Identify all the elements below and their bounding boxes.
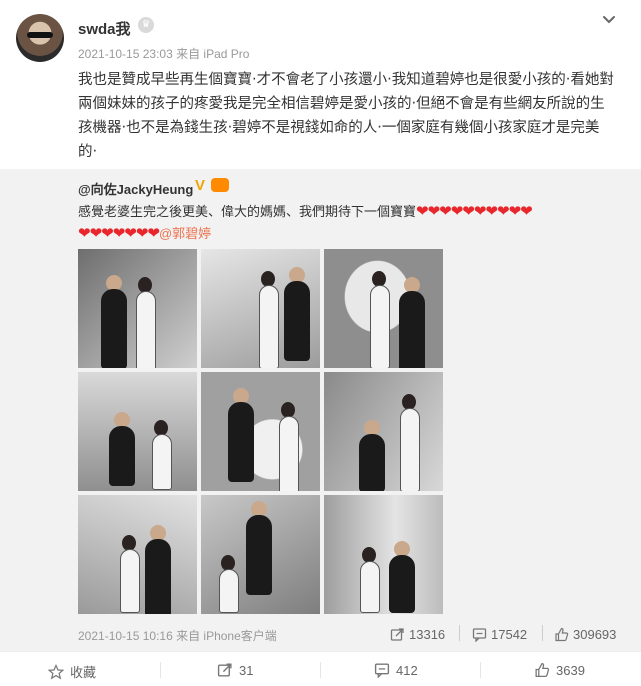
weibo-post-card: swda我 ♛ 2021-10-15 23:03 来自 iPad Pro 我也是…	[0, 0, 641, 686]
photo-3[interactable]	[324, 249, 443, 368]
repost-block[interactable]: @向佐JackyHeung V 感覺老婆生完之後更美、偉大的媽媽、我們期待下一個…	[0, 169, 641, 651]
photo-9[interactable]	[324, 495, 443, 614]
repost-button[interactable]: 31	[217, 662, 253, 678]
like-icon	[554, 627, 569, 642]
photo-2[interactable]	[201, 249, 320, 368]
repost-body: 感覺老婆生完之後更美、偉大的媽媽、我們期待下一個寶寶	[78, 204, 417, 219]
favorite-label: 收藏	[70, 665, 97, 680]
star-icon	[48, 663, 64, 680]
comment-count: 412	[396, 662, 418, 678]
photo-4[interactable]	[78, 372, 197, 491]
hearts-line-1: ❤❤❤❤❤❤❤❤❤❤	[416, 203, 533, 220]
post-text: 我也是贊成早些再生個寶寶‧才不會老了小孩還小‧我知道碧婷也是很愛小孩的‧看她對兩…	[78, 72, 614, 160]
hearts-line-2: ❤❤❤❤❤❤❤	[78, 225, 160, 242]
photo-7[interactable]	[78, 495, 197, 614]
comment-icon	[374, 662, 390, 678]
chevron-down-icon[interactable]	[600, 10, 618, 28]
forward-icon	[390, 627, 405, 642]
repost-forward-stat[interactable]: 13316	[390, 627, 445, 642]
comment-button[interactable]: 412	[374, 662, 418, 678]
photo-5[interactable]	[201, 372, 320, 491]
photo-6[interactable]	[324, 372, 443, 491]
repost-count: 31	[239, 662, 254, 678]
repost-like-stat[interactable]: 309693	[554, 627, 616, 642]
post-meta: 2021-10-15 23:03 来自 iPad Pro	[78, 47, 250, 61]
like-count: 309693	[573, 627, 617, 642]
photo-1[interactable]	[78, 249, 197, 368]
repost-comment-stat[interactable]: 17542	[472, 627, 527, 642]
comment-count: 17542	[491, 627, 528, 642]
repost-author[interactable]: @向佐JackyHeung	[78, 179, 193, 198]
photo-8[interactable]	[201, 495, 320, 614]
comment-icon	[472, 627, 487, 642]
forward-count: 13316	[409, 627, 446, 642]
like-button[interactable]: 3639	[534, 662, 585, 678]
like-icon	[534, 662, 550, 678]
repost-meta: 2021-10-15 10:16 来自 iPhone客户端	[78, 629, 277, 643]
avatar[interactable]	[16, 14, 64, 62]
member-crown-icon: ♛	[138, 17, 154, 33]
forward-icon	[217, 662, 233, 678]
vip-badge-icon	[211, 178, 229, 192]
favorite-button[interactable]: 收藏	[48, 662, 96, 681]
verified-v-icon: V	[195, 177, 206, 194]
repost-text: 感覺老婆生完之後更美、偉大的媽媽、我們期待下一個寶寶❤❤❤❤❤❤❤❤❤❤ ❤❤❤…	[78, 201, 618, 245]
mention-link[interactable]: @郭碧婷	[159, 226, 211, 241]
author-name[interactable]: swda我	[78, 18, 131, 39]
like-count: 3639	[556, 662, 585, 678]
action-bar: 收藏 31 412 3639	[0, 651, 641, 686]
